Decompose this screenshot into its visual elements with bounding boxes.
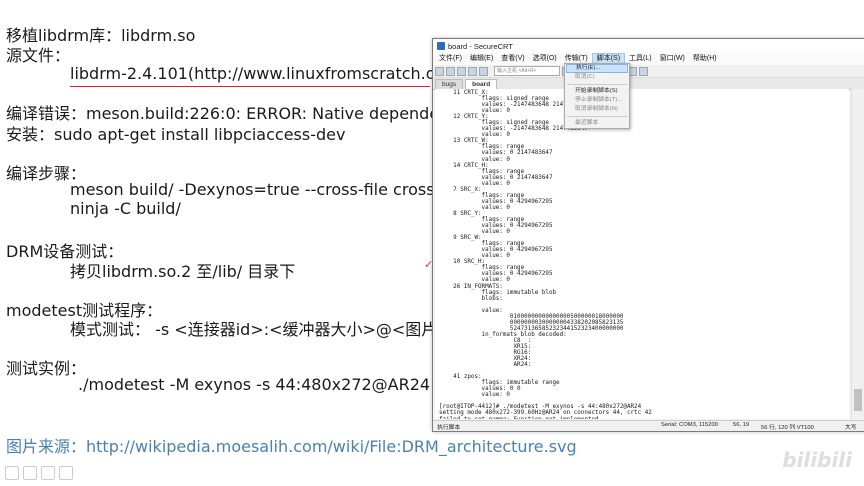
image-source-line: 图片来源：http://wikipedia.moesalih.com/wiki/…	[6, 437, 577, 456]
ninja-command-line: ninja -C build/	[70, 199, 181, 218]
tab-board[interactable]: board	[465, 79, 498, 89]
player-controls	[5, 466, 73, 480]
status-caps: 大写	[845, 425, 857, 431]
securecrt-app-icon	[437, 42, 445, 50]
source-file-line: libdrm-2.4.101(http://www.linuxfromscrat…	[70, 64, 486, 83]
comment-icon[interactable]	[59, 466, 73, 480]
window-titlebar[interactable]: board - SecureCRT	[433, 39, 864, 53]
script-menu-dropdown: 执行(E)... 取消(C) 开始录制脚本(S) 停止录制脚本(T)... 取消…	[564, 63, 630, 129]
menu-file[interactable]: 文件(F)	[435, 53, 466, 65]
toolbar: 输入主机 <Alt+R>	[433, 65, 864, 78]
reconnect-icon[interactable]	[468, 66, 477, 76]
pen-icon[interactable]	[23, 466, 37, 480]
help-icon[interactable]	[639, 66, 648, 76]
terminal-text: 11 CRTC_X: flags: signed range values: -…	[435, 89, 849, 419]
menu-item-cancel-recording[interactable]: 取消录制脚本(N)	[565, 105, 629, 114]
tab-bugs[interactable]: bugs	[435, 79, 464, 89]
grid-icon[interactable]	[41, 466, 55, 480]
status-bar: 执行脚本 Serial: COM3, 115200 56, 19 56 行, 1…	[433, 420, 864, 431]
menu-item-stop-recording[interactable]: 停止录制脚本(T)...	[565, 96, 629, 105]
status-cursor-pos: 56, 19	[733, 422, 750, 428]
securecrt-window: board - SecureCRT 文件(F) 编辑(E) 查看(V) 选项(O…	[432, 38, 864, 432]
connect-icon[interactable]	[435, 66, 444, 76]
window-title: board - SecureCRT	[448, 41, 513, 51]
menu-item-cancel[interactable]: 取消(C)	[565, 73, 629, 82]
install-line: 安装：sudo apt-get install libpciaccess-dev	[6, 125, 346, 144]
terminal-line: failed to set gamma: Function not implem…	[439, 417, 849, 419]
menu-separator	[567, 116, 627, 117]
test-example-label: 测试实例：	[6, 359, 87, 378]
menu-edit[interactable]: 编辑(E)	[466, 53, 497, 65]
copy-lib-line: 拷贝libdrm.so.2 至/lib/ 目录下	[70, 262, 296, 281]
status-message: 执行脚本	[437, 425, 461, 431]
red-underline	[70, 86, 430, 87]
meson-command-line: meson build/ -Dexynos=true --cross-file …	[70, 180, 474, 199]
menu-item-run-script[interactable]: 执行(E)...	[566, 64, 628, 73]
menu-separator	[567, 84, 627, 85]
menu-bar: 文件(F) 编辑(E) 查看(V) 选项(O) 传输(T) 脚本(S) 工具(L…	[433, 53, 864, 65]
quick-connect-icon[interactable]	[446, 66, 455, 76]
test-example-command: ./modetest -M exynos -s 44:480x272@AR24	[78, 375, 431, 394]
status-serial: Serial: COM3, 115200	[661, 422, 718, 428]
menu-item-recent-scripts[interactable]: 最近脚本	[565, 119, 629, 128]
menu-item-start-recording[interactable]: 开始录制脚本(S)	[565, 87, 629, 96]
status-size: 56 行, 120 列 VT100	[761, 425, 814, 431]
source-label: 源文件：	[6, 46, 71, 65]
mode-test-line: 模式测试： -s <连接器id>:<缓冲器大小>@<图片格	[70, 320, 454, 339]
menu-options[interactable]: 选项(O)	[529, 53, 561, 65]
disconnect-icon[interactable]	[479, 66, 488, 76]
tab-icon[interactable]	[457, 66, 466, 76]
edit-icon[interactable]	[5, 466, 19, 480]
terminal-scrollbar[interactable]	[851, 89, 864, 419]
menu-view[interactable]: 查看(V)	[497, 53, 528, 65]
terminal-output[interactable]: 11 CRTC_X: flags: signed range values: -…	[435, 89, 849, 419]
bilibili-watermark: bilibili	[782, 448, 852, 472]
menu-window[interactable]: 窗口(W)	[656, 53, 689, 65]
scrollbar-thumb[interactable]	[854, 389, 862, 411]
host-input[interactable]: 输入主机 <Alt+R>	[494, 66, 560, 76]
menu-help[interactable]: 帮助(H)	[689, 53, 721, 65]
